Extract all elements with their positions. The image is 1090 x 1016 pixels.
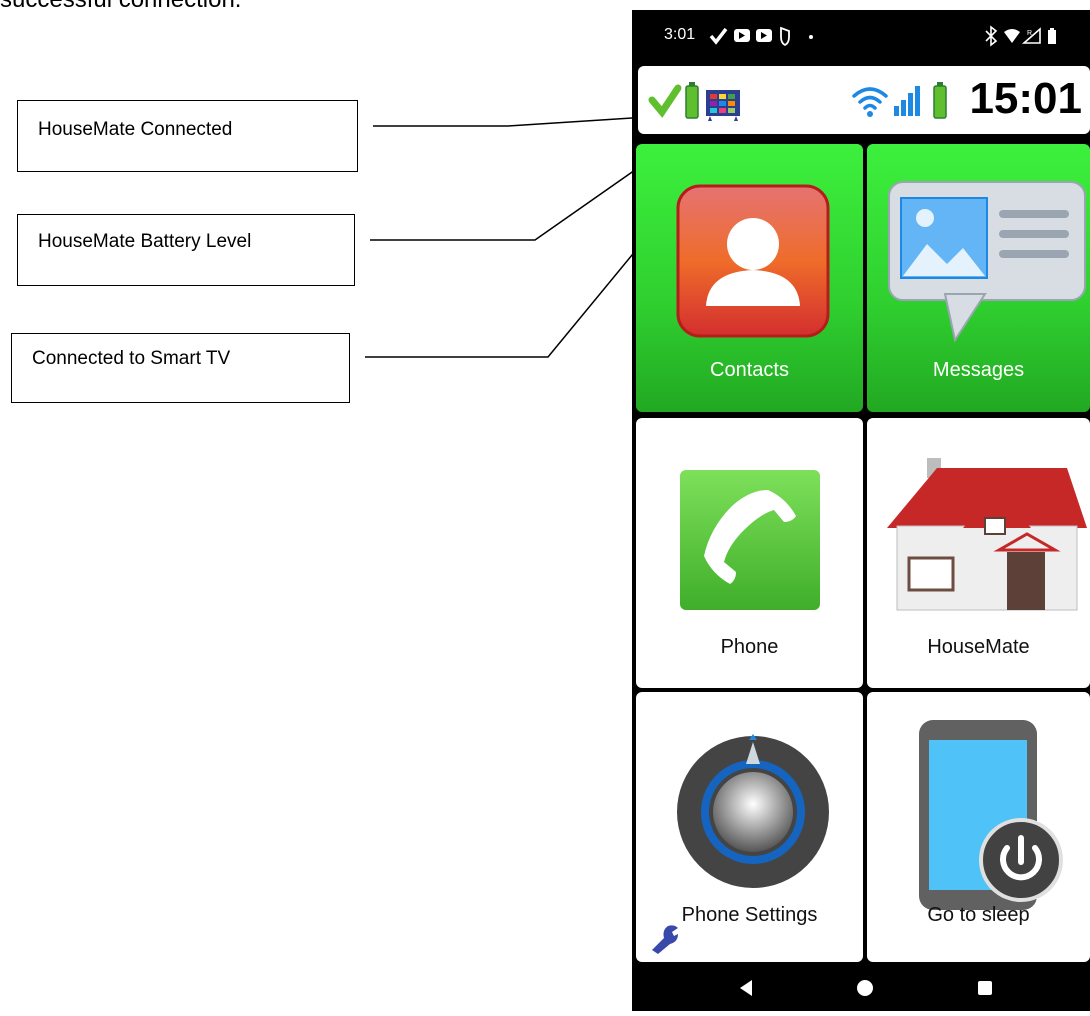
check-icon [648,84,682,118]
tile-label: Go to sleep [927,904,1030,926]
tile-label: Messages [932,359,1025,381]
tile-label: HouseMate [927,636,1030,658]
system-status-icons: R [985,25,1056,47]
battery-icon [685,82,699,119]
phone-connectivity-icons [852,82,947,119]
phone-battery-icon [933,82,947,119]
housemate-icon [887,458,1087,611]
housemate-status-icons [648,82,740,121]
wifi-icon [852,87,888,110]
contacts-tile[interactable]: Contacts [636,144,863,412]
tile-label: Phone [720,636,779,658]
shield-icon [780,26,790,47]
status-bar: 3:01 R [632,10,1090,62]
battery-status-icon [1048,28,1056,44]
wifi-status-icon [1004,29,1020,43]
tile-label: Phone Settings [681,904,818,926]
bluetooth-icon [985,25,998,47]
wrench-icon [652,925,678,954]
notification-icons [709,26,813,47]
home-icon[interactable] [857,980,873,996]
signal-status-icon: R [1021,27,1041,44]
svg-text:R: R [1027,30,1032,37]
youtube-icon [756,29,772,42]
messages-icon [888,181,1086,343]
navigation-bar [632,966,1090,1011]
phone-icon [680,470,820,610]
sleep-icon [919,720,1063,910]
settings-knob-icon [677,734,829,888]
dot-icon [809,35,813,39]
go-to-sleep-tile[interactable]: Go to sleep [867,692,1090,962]
phone-tile[interactable]: Phone [636,418,863,688]
smart-tv-icon [706,90,740,121]
tile-label: Contacts [710,359,789,381]
phone-settings-tile[interactable]: Phone Settings [636,692,863,962]
contacts-icon [676,184,830,338]
recents-icon[interactable] [978,981,992,995]
youtube-icon [734,29,750,42]
status-time: 3:01 [664,26,696,43]
back-icon[interactable] [740,980,752,996]
signal-icon [894,86,920,116]
check-status-icon [709,27,728,45]
phone-screen: 3:01 R 15:01 Contacts Messages Phone Hou… [632,10,1090,1011]
launcher-status-bar: 15:01 [638,66,1090,134]
clock: 15:01 [969,74,1082,123]
messages-tile[interactable]: Messages [867,144,1090,412]
housemate-tile[interactable]: HouseMate [867,418,1090,688]
